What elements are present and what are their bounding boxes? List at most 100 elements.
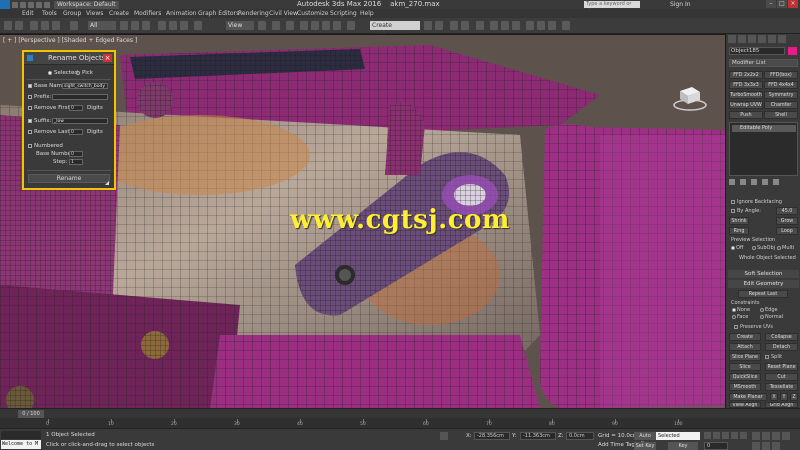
ribbon-icon[interactable] — [476, 21, 484, 30]
select-icon[interactable] — [70, 21, 78, 30]
push-button[interactable]: Push — [729, 111, 763, 119]
modify-tab-icon[interactable] — [738, 35, 746, 43]
menu-views[interactable]: Views — [86, 9, 103, 18]
y-coordinate-field[interactable]: -11.363cm — [520, 432, 556, 440]
constraint-edge-radio[interactable]: Edge — [760, 307, 778, 313]
planar-y-button[interactable]: Y — [780, 393, 788, 401]
ring-button[interactable]: Ring — [729, 227, 749, 235]
dialog-resize-grip[interactable] — [105, 181, 109, 185]
msmooth-button[interactable]: MSmooth — [729, 383, 761, 391]
scale-icon[interactable] — [180, 21, 188, 30]
remove-first-checkbox[interactable] — [28, 106, 32, 110]
menu-customize[interactable]: Customize — [297, 9, 329, 18]
make-unique-icon[interactable] — [751, 179, 757, 185]
viewcube-icon[interactable] — [670, 77, 710, 117]
suffix-checkbox[interactable] — [28, 119, 32, 123]
add-time-tag-button[interactable]: Add Time Tag — [598, 442, 635, 448]
align-icon[interactable] — [435, 21, 443, 30]
curve-editor-icon[interactable] — [490, 21, 498, 30]
chamfer-button[interactable]: Chamfer — [764, 101, 798, 109]
ffd-box-button[interactable]: FFD(box) — [764, 71, 798, 79]
constraint-normal-radio[interactable]: Normal — [760, 314, 783, 320]
split-checkbox[interactable]: Split — [765, 354, 782, 360]
loop-button[interactable]: Loop — [776, 227, 798, 235]
tessellate-button[interactable]: Tessellate — [765, 383, 798, 391]
current-frame-field[interactable]: 0 — [704, 442, 728, 450]
pick-radio[interactable]: Pick — [76, 70, 93, 76]
pivot-icon[interactable] — [258, 21, 266, 30]
selection-filter-dropdown[interactable]: All — [88, 21, 116, 30]
undo-icon[interactable] — [4, 21, 12, 30]
stack-item-editable-poly[interactable]: Editable Poly — [732, 125, 796, 132]
slice-button[interactable]: Slice — [729, 363, 761, 371]
percent-snap-icon[interactable] — [322, 21, 330, 30]
create-button[interactable]: Create — [729, 333, 761, 341]
rename-objects-dialog[interactable]: Rename Objects × Selected Pick Base Name… — [22, 50, 116, 190]
dialog-title-bar[interactable]: Rename Objects × — [24, 52, 114, 65]
render-iterative-icon[interactable] — [562, 21, 570, 30]
mirror-icon[interactable] — [424, 21, 432, 30]
new-file-icon[interactable] — [12, 1, 18, 8]
reset-plane-button[interactable]: Reset Plane — [765, 363, 798, 371]
remove-first-spinner[interactable]: 0 — [69, 105, 83, 111]
open-file-icon[interactable] — [20, 1, 26, 8]
menu-animation[interactable]: Animation — [166, 9, 197, 18]
shrink-button[interactable]: Shrink — [729, 217, 749, 225]
step-spinner[interactable]: 1 — [69, 159, 83, 165]
minimize-icon[interactable]: – — [766, 0, 776, 8]
z-coordinate-field[interactable]: 0.0cm — [566, 432, 594, 440]
snaps-toggle-icon[interactable] — [300, 21, 308, 30]
remove-last-checkbox[interactable] — [28, 130, 32, 134]
slice-plane-button[interactable]: Slice Plane — [729, 353, 761, 361]
pin-stack-icon[interactable] — [729, 179, 735, 185]
auto-key-button[interactable]: Auto Key — [634, 432, 656, 447]
symmetry-button[interactable]: Symmetry — [764, 91, 798, 99]
base-number-spinner[interactable]: 0 — [69, 151, 83, 157]
search-input[interactable]: Type a keyword or phrase — [584, 1, 640, 14]
unwrap-uvw-button[interactable]: Unwrap UVW — [729, 101, 763, 109]
selected-radio[interactable]: Selected — [48, 70, 78, 76]
create-tab-icon[interactable] — [728, 35, 736, 43]
ffd-2x2x2-button[interactable]: FFD 2x2x2 — [729, 71, 763, 79]
ffd-3x3x3-button[interactable]: FFD 3x3x3 — [729, 81, 763, 89]
menu-graph-editors[interactable]: Graph Editors — [198, 9, 239, 18]
attach-button[interactable]: Attach — [729, 343, 761, 351]
rotate-icon[interactable] — [169, 21, 177, 30]
base-name-input[interactable]: sight_switch_body — [62, 83, 108, 89]
preview-multi-radio[interactable]: Multi — [777, 245, 794, 251]
rendered-frame-window-icon[interactable] — [537, 21, 545, 30]
set-key-button[interactable]: Set Key — [634, 442, 656, 450]
prefix-checkbox[interactable] — [28, 95, 32, 99]
save-file-icon[interactable] — [28, 1, 34, 8]
maximize-viewport-icon[interactable] — [772, 442, 780, 450]
field-of-view-icon[interactable] — [782, 432, 790, 440]
make-planar-button[interactable]: Make Planar — [729, 393, 767, 401]
lock-selection-icon[interactable] — [440, 432, 448, 440]
maximize-icon[interactable]: □ — [777, 0, 787, 8]
app-logo-icon[interactable] — [0, 0, 10, 9]
planar-z-button[interactable]: Z — [790, 393, 798, 401]
schematic-view-icon[interactable] — [501, 21, 509, 30]
collapse-button[interactable]: Collapse — [765, 333, 798, 341]
maxscript-mini-listener[interactable]: Welcome to M — [1, 440, 41, 449]
window-crossing-icon[interactable] — [142, 21, 150, 30]
key-selection-dropdown[interactable]: Selected — [656, 432, 700, 440]
modifier-stack[interactable]: Editable Poly — [729, 122, 798, 176]
constraint-none-radio[interactable]: None — [732, 307, 750, 313]
utilities-tab-icon[interactable] — [778, 35, 786, 43]
sign-in-link[interactable]: Sign In — [670, 0, 691, 9]
time-slider-thumb[interactable]: 0 / 100 — [18, 410, 44, 418]
menu-modifiers[interactable]: Modifiers — [134, 9, 161, 18]
detach-button[interactable]: Detach — [765, 343, 798, 351]
motion-tab-icon[interactable] — [758, 35, 766, 43]
rectangle-selection-icon[interactable] — [131, 21, 139, 30]
remove-last-spinner[interactable]: 0 — [69, 129, 83, 135]
named-selection-dropdown[interactable]: Create Selection Se — [370, 21, 420, 38]
constraint-face-radio[interactable]: Face — [732, 314, 748, 320]
reference-coordinate-dropdown[interactable]: View — [226, 21, 254, 30]
cut-button[interactable]: Cut — [765, 373, 798, 381]
render-setup-icon[interactable] — [526, 21, 534, 30]
soft-selection-rollout[interactable]: Soft Selection — [728, 270, 799, 278]
keyboard-shortcut-icon[interactable] — [286, 21, 294, 30]
edit-named-selection-icon[interactable] — [347, 21, 355, 30]
